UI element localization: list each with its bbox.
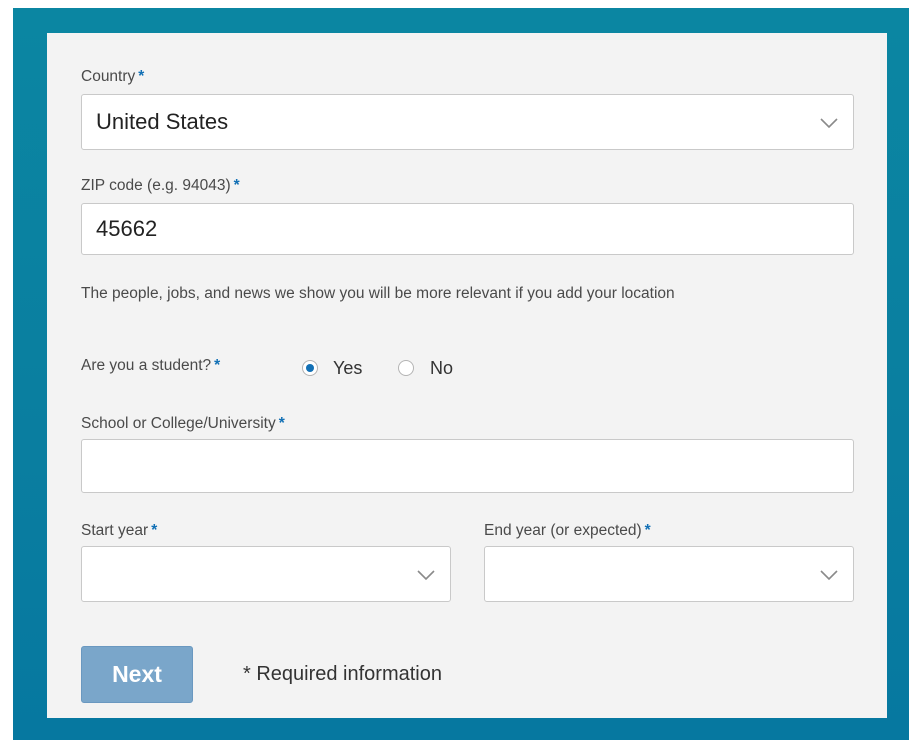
start-year-select[interactable]: [81, 546, 451, 602]
country-label: Country *: [81, 68, 145, 85]
chevron-down-icon: [820, 570, 838, 581]
zip-value: 45662: [96, 216, 158, 241]
school-label: School or College/University *: [81, 415, 285, 432]
chevron-down-icon: [820, 118, 838, 129]
student-no-label[interactable]: No: [430, 358, 453, 379]
country-select[interactable]: United States: [81, 94, 854, 150]
chevron-down-icon: [417, 570, 435, 581]
required-marker: *: [138, 68, 145, 85]
start-year-label: Start year *: [81, 522, 158, 539]
required-marker: *: [233, 177, 240, 194]
required-info-note: * Required information: [243, 663, 442, 685]
student-yes-label[interactable]: Yes: [333, 358, 362, 379]
country-value: United States: [96, 109, 229, 134]
end-year-label: End year (or expected) *: [484, 522, 651, 539]
next-button[interactable]: Next: [81, 646, 193, 703]
zip-input[interactable]: 45662: [81, 203, 854, 255]
end-year-select[interactable]: [484, 546, 854, 602]
location-hint: The people, jobs, and news we show you w…: [81, 285, 675, 302]
zip-label: ZIP code (e.g. 94043) *: [81, 177, 240, 194]
required-marker: *: [644, 522, 651, 539]
required-marker: *: [214, 357, 221, 374]
school-input[interactable]: [81, 439, 854, 493]
student-no-radio[interactable]: [398, 360, 414, 376]
required-marker: *: [278, 415, 285, 432]
required-marker: *: [151, 522, 158, 539]
student-question-label: Are you a student? *: [81, 357, 221, 374]
student-yes-radio[interactable]: [302, 360, 318, 376]
